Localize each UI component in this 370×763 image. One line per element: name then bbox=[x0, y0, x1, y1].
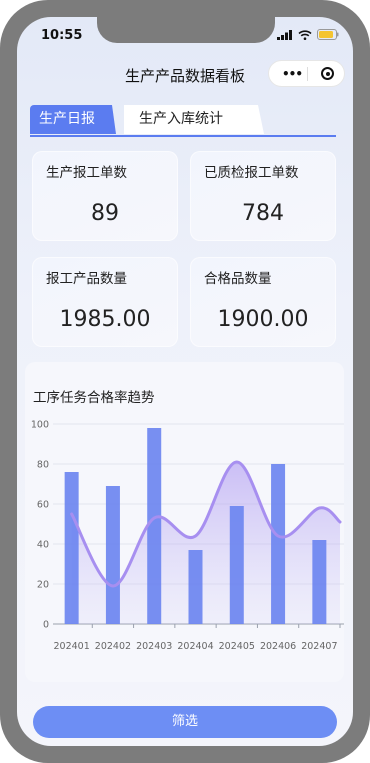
chart-card: 工序任务合格率趋势 0 20 40 60 80 100 202401 202402 202403… bbox=[25, 362, 344, 682]
bar bbox=[188, 550, 203, 624]
pass-rate-trend-chart: 0 20 40 60 80 100 202401 202402 202403 202404 2024… bbox=[31, 420, 344, 652]
target-icon[interactable] bbox=[321, 67, 334, 80]
mini-program-capsule: ••• bbox=[268, 60, 345, 87]
x-tick-label: 202407 bbox=[301, 641, 337, 652]
stat-value: 1985.00 bbox=[59, 307, 151, 332]
x-tick-label: 202404 bbox=[177, 641, 213, 652]
stat-value: 89 bbox=[91, 201, 119, 226]
stat-card-inspected-count: 已质检报工单数 784 bbox=[190, 151, 336, 241]
y-tick-label: 40 bbox=[37, 540, 49, 551]
app-screen: 10:55 生产产品数据看板 ••• 生产日报 生产入库统计 生产报工单数 89… bbox=[17, 17, 353, 746]
capsule-divider bbox=[307, 67, 308, 81]
status-icons bbox=[277, 29, 339, 40]
y-tick-label: 80 bbox=[37, 460, 49, 471]
chart-title: 工序任务合格率趋势 bbox=[33, 390, 155, 406]
x-tick-label: 202402 bbox=[95, 641, 131, 652]
status-time: 10:55 bbox=[41, 28, 83, 43]
stat-label: 合格品数量 bbox=[204, 271, 272, 287]
stat-label: 生产报工单数 bbox=[46, 165, 127, 181]
x-tick-label: 202406 bbox=[260, 641, 296, 652]
phone-frame: 10:55 生产产品数据看板 ••• 生产日报 生产入库统计 生产报工单数 89… bbox=[0, 0, 370, 763]
stat-value: 1900.00 bbox=[217, 307, 309, 332]
tab-warehouse-stats[interactable]: 生产入库统计 bbox=[124, 105, 264, 134]
y-tick-label: 0 bbox=[43, 620, 49, 631]
notch bbox=[97, 17, 275, 43]
y-tick-label: 60 bbox=[37, 500, 49, 511]
bar bbox=[147, 428, 162, 624]
bar bbox=[271, 464, 286, 624]
stat-label: 已质检报工单数 bbox=[204, 165, 299, 181]
y-tick-label: 100 bbox=[31, 420, 49, 431]
stat-card-product-qty: 报工产品数量 1985.00 bbox=[32, 257, 178, 347]
stat-label: 报工产品数量 bbox=[46, 271, 127, 287]
tab-daily-report[interactable]: 生产日报 bbox=[30, 105, 116, 134]
tab-underline bbox=[30, 135, 336, 137]
filter-button[interactable]: 筛选 bbox=[33, 706, 337, 738]
bar bbox=[312, 540, 327, 624]
stat-card-report-count: 生产报工单数 89 bbox=[32, 151, 178, 241]
nav-bar: 生产产品数据看板 ••• bbox=[17, 55, 353, 95]
x-tick-label: 202403 bbox=[136, 641, 172, 652]
x-tick-label: 202405 bbox=[219, 641, 255, 652]
tab-bar: 生产日报 生产入库统计 bbox=[30, 103, 336, 137]
x-tick-label: 202401 bbox=[54, 641, 90, 652]
y-tick-label: 20 bbox=[37, 580, 49, 591]
wifi-icon bbox=[298, 29, 312, 40]
signal-icon bbox=[277, 29, 292, 40]
stat-card-qualified-qty: 合格品数量 1900.00 bbox=[190, 257, 336, 347]
bar bbox=[64, 472, 79, 624]
battery-icon bbox=[317, 29, 339, 40]
more-dots-icon[interactable]: ••• bbox=[282, 67, 303, 81]
stat-value: 784 bbox=[242, 201, 284, 226]
bar bbox=[105, 486, 120, 624]
bar bbox=[229, 506, 244, 624]
